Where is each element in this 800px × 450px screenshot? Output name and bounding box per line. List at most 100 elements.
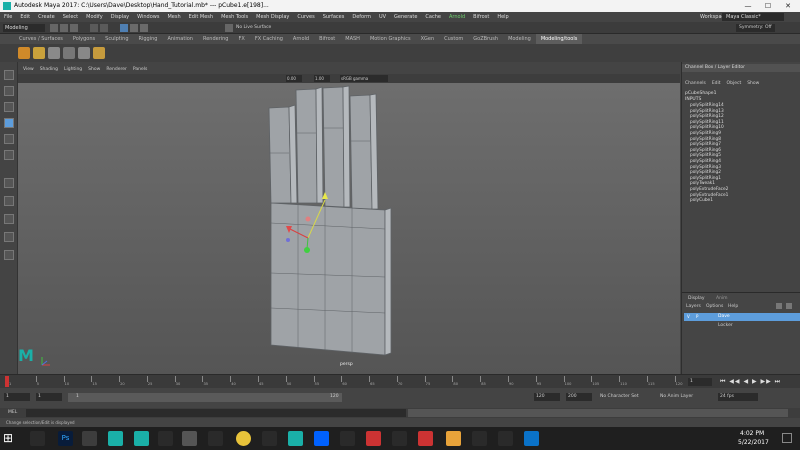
- time-slider[interactable]: 1 5 10 15 20 25 30 35 40 45 50 55 60 65 70 75 80 85 90 95 10…: [0, 374, 800, 388]
- graph-layout-icon[interactable]: [4, 250, 14, 260]
- layer-playback-toggle[interactable]: P: [696, 314, 698, 319]
- menu-curves[interactable]: Curves: [293, 12, 318, 22]
- history-node[interactable]: polySplitRing8: [690, 137, 721, 142]
- perspective-viewport[interactable]: M persp: [18, 83, 680, 374]
- clock-time[interactable]: 4:02 PM: [740, 430, 764, 437]
- paint-select-tool-icon[interactable]: [4, 102, 14, 112]
- panel-menu-lighting[interactable]: Lighting: [64, 67, 88, 72]
- cb-menu-show[interactable]: Show: [747, 81, 765, 86]
- four-pane-layout-icon[interactable]: [4, 196, 14, 206]
- menu-modify[interactable]: Modify: [82, 12, 107, 22]
- taskbar-app-icon[interactable]: [446, 431, 461, 446]
- workspace-dropdown[interactable]: Maya Classic*: [722, 13, 784, 21]
- shelf-tool-icon[interactable]: [63, 47, 75, 59]
- shelf-tab-custom[interactable]: Custom: [439, 34, 468, 44]
- menu-help[interactable]: Help: [493, 12, 512, 22]
- history-node[interactable]: polySplitRing14: [690, 103, 724, 108]
- undo-icon[interactable]: [90, 24, 98, 32]
- panel-menu-renderer[interactable]: Renderer: [106, 67, 133, 72]
- new-scene-icon[interactable]: [50, 24, 58, 32]
- minimize-button[interactable]: —: [738, 0, 758, 12]
- shelf-tab-gozbrush[interactable]: GoZBrush: [468, 34, 503, 44]
- panel-menu-show[interactable]: Show: [88, 67, 106, 72]
- layer-name[interactable]: Locker: [718, 323, 733, 328]
- windows-start-icon[interactable]: ⊞: [3, 431, 18, 446]
- shelf-tool-icon[interactable]: [48, 47, 60, 59]
- layer-name[interactable]: Dave: [718, 314, 730, 319]
- move-manipulator-icon[interactable]: [18, 83, 680, 374]
- layer-tab-display[interactable]: Display: [688, 296, 705, 301]
- symmetry-dropdown[interactable]: Symmetry: Off: [736, 24, 775, 32]
- save-scene-icon[interactable]: [70, 24, 78, 32]
- clock-date[interactable]: 5/22/2017: [738, 439, 769, 446]
- outliner-layout-icon[interactable]: [4, 232, 14, 242]
- redo-icon[interactable]: [100, 24, 108, 32]
- history-node[interactable]: polyExtrudeFace1: [690, 193, 728, 198]
- shelf-tab-xgen[interactable]: XGen: [416, 34, 440, 44]
- menu-select[interactable]: Select: [59, 12, 82, 22]
- single-pane-layout-icon[interactable]: [4, 178, 14, 188]
- select-hierarchy-icon[interactable]: [120, 24, 128, 32]
- shelf-tab-modeling-tools[interactable]: Modeling/tools: [535, 34, 583, 44]
- taskbar-app-icon[interactable]: [208, 431, 223, 446]
- menu-surfaces[interactable]: Surfaces: [319, 12, 349, 22]
- epic-games-icon[interactable]: [182, 431, 197, 446]
- shelf-tab-rigging[interactable]: Rigging: [134, 34, 163, 44]
- shelf-tab-arnold[interactable]: Arnold: [288, 34, 314, 44]
- command-input[interactable]: [26, 409, 406, 417]
- snap-grid-icon[interactable]: [225, 24, 233, 32]
- shelf-tab-rendering[interactable]: Rendering: [198, 34, 234, 44]
- taskbar-app-icon[interactable]: [366, 431, 381, 446]
- select-component-icon[interactable]: [140, 24, 148, 32]
- rotate-tool-icon[interactable]: [4, 134, 14, 144]
- unity-icon[interactable]: [392, 431, 407, 446]
- shelf-tool-icon[interactable]: [33, 47, 45, 59]
- shelf-tab-modeling[interactable]: Modeling: [503, 34, 536, 44]
- exposure-field[interactable]: 0.00: [286, 75, 302, 82]
- menu-deform[interactable]: Deform: [348, 12, 375, 22]
- shelf-tab-fx[interactable]: FX: [234, 34, 250, 44]
- history-node[interactable]: polySplitRing9: [690, 131, 721, 136]
- task-view-icon[interactable]: [30, 431, 45, 446]
- shelf-tab-fx-caching[interactable]: FX Caching: [250, 34, 288, 44]
- calculator-icon[interactable]: [262, 431, 277, 446]
- select-tool-icon[interactable]: [4, 70, 14, 80]
- new-layer-icon[interactable]: [776, 303, 782, 309]
- current-time-indicator[interactable]: [5, 376, 9, 387]
- shelf-tool-icon[interactable]: [78, 47, 90, 59]
- shelf-tab-curves-surfaces[interactable]: Curves / Surfaces: [14, 34, 68, 44]
- history-node[interactable]: polyCube1: [690, 198, 713, 203]
- menu-cache[interactable]: Cache: [421, 12, 445, 22]
- layer-row-dave[interactable]: V P Dave: [684, 313, 800, 321]
- lasso-tool-icon[interactable]: [4, 86, 14, 96]
- shelf-tab-sculpting[interactable]: Sculpting: [100, 34, 133, 44]
- dropbox-icon[interactable]: [314, 431, 329, 446]
- notifications-icon[interactable]: [782, 433, 792, 443]
- menu-windows[interactable]: Windows: [133, 12, 163, 22]
- menu-display[interactable]: Display: [107, 12, 133, 22]
- menu-mesh[interactable]: Mesh: [163, 12, 184, 22]
- close-button[interactable]: ✕: [778, 0, 798, 12]
- select-object-icon[interactable]: [130, 24, 138, 32]
- layer-visible-toggle[interactable]: V: [687, 314, 690, 319]
- layer-menu-layers[interactable]: Layers: [686, 304, 701, 309]
- open-scene-icon[interactable]: [60, 24, 68, 32]
- chrome-icon[interactable]: [236, 431, 251, 446]
- maximize-button[interactable]: ☐: [758, 0, 778, 12]
- panel-menu-panels[interactable]: Panels: [133, 67, 153, 72]
- cb-menu-channels[interactable]: Channels: [685, 81, 712, 86]
- character-set-label[interactable]: No Character Set: [600, 394, 639, 399]
- scale-tool-icon[interactable]: [4, 150, 14, 160]
- taskbar-app-icon[interactable]: [472, 431, 487, 446]
- shelf-tool-icon[interactable]: [18, 47, 30, 59]
- taskbar-app-icon[interactable]: [340, 431, 355, 446]
- menu-arnold[interactable]: Arnold: [445, 12, 469, 22]
- shelf-tool-icon[interactable]: [93, 47, 105, 59]
- history-node[interactable]: polySplitRing3: [690, 165, 721, 170]
- shelf-tab-animation[interactable]: Animation: [162, 34, 198, 44]
- shelf-tab-polygons[interactable]: Polygons: [68, 34, 100, 44]
- menu-uv[interactable]: UV: [375, 12, 390, 22]
- shelf-tab-bifrost[interactable]: Bifrost: [314, 34, 340, 44]
- history-node[interactable]: polyExtrudeFace2: [690, 187, 728, 192]
- playback-controls[interactable]: ⏮ ◀◀ ◀ ▶ ▶▶ ⏭: [720, 378, 781, 386]
